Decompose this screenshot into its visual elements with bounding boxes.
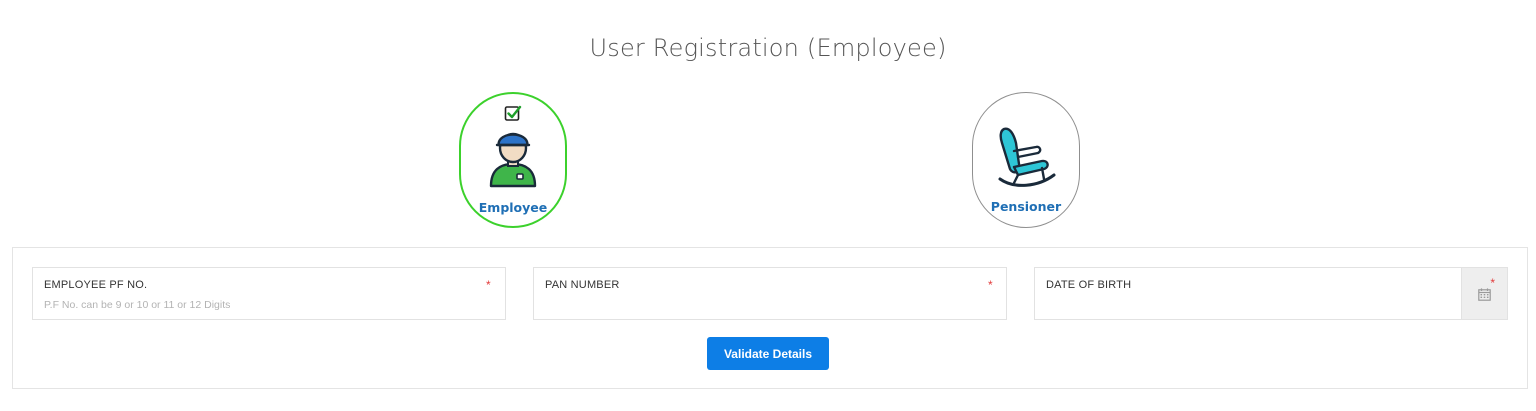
- required-marker: *: [486, 278, 491, 292]
- rocking-chair-icon: [998, 127, 1056, 187]
- required-marker: *: [1490, 276, 1495, 290]
- employee-avatar-icon: [489, 132, 537, 188]
- pf-number-label: EMPLOYEE PF NO.: [44, 279, 148, 291]
- pan-number-label: PAN NUMBER: [545, 279, 620, 291]
- date-of-birth-field[interactable]: DATE OF BIRTH *: [1034, 267, 1508, 320]
- pf-number-field[interactable]: EMPLOYEE PF NO. * P.F No. can be 9 or 10…: [32, 267, 506, 320]
- user-type-pensioner[interactable]: Pensioner: [972, 92, 1080, 228]
- user-type-employee[interactable]: Employee: [459, 92, 567, 228]
- date-of-birth-input[interactable]: [1035, 268, 1507, 319]
- required-marker: *: [988, 278, 993, 292]
- page-title: User Registration (Employee): [589, 34, 947, 62]
- registration-page: User Registration (Employee) Employee Pe…: [0, 0, 1536, 411]
- pf-number-hint: P.F No. can be 9 or 10 or 11 or 12 Digit…: [44, 299, 231, 311]
- checkbox-checked-icon: [504, 105, 522, 121]
- validate-details-button[interactable]: Validate Details: [707, 337, 829, 370]
- calendar-icon[interactable]: [1478, 288, 1491, 301]
- date-of-birth-label: DATE OF BIRTH: [1046, 279, 1132, 291]
- pan-number-input[interactable]: [534, 268, 1006, 319]
- pan-number-field[interactable]: PAN NUMBER *: [533, 267, 1007, 320]
- pf-number-input[interactable]: [33, 268, 505, 319]
- user-type-employee-label: Employee: [478, 200, 548, 215]
- details-form: EMPLOYEE PF NO. * P.F No. can be 9 or 10…: [12, 247, 1528, 389]
- user-type-pensioner-label: Pensioner: [990, 199, 1062, 214]
